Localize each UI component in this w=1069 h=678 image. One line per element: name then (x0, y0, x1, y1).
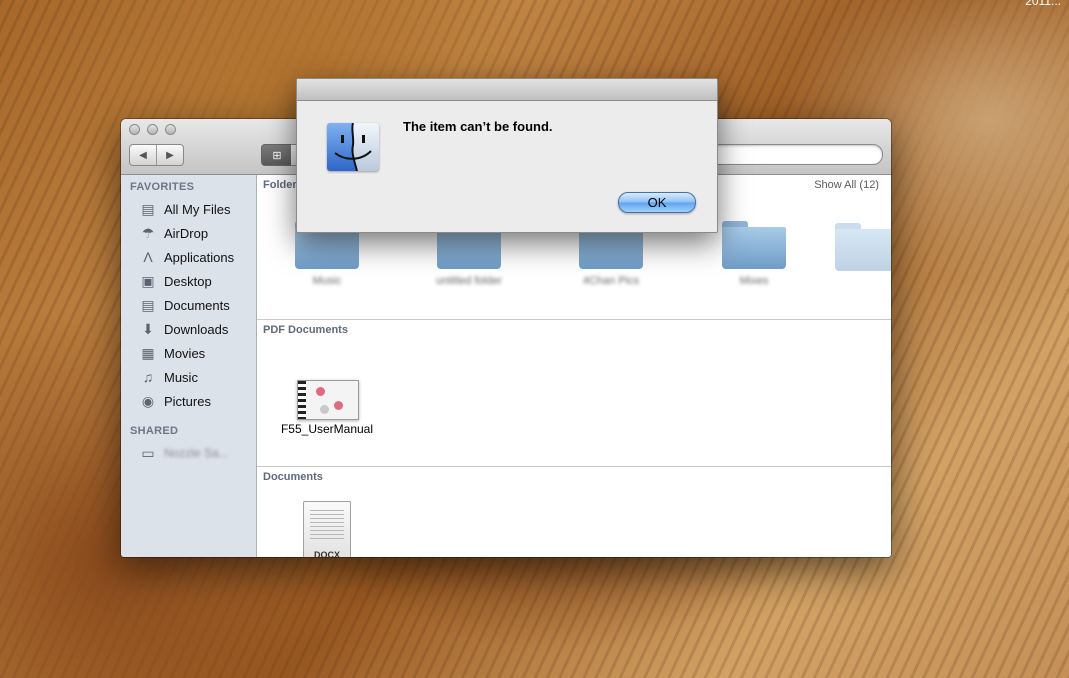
sidebar-item-music[interactable]: ♫ Music (121, 365, 256, 389)
sidebar-item-all-my-files[interactable]: ▤ All My Files (121, 197, 256, 221)
sidebar-item-label: Applications (164, 249, 235, 265)
sidebar-item-airdrop[interactable]: ☂ AirDrop (121, 221, 256, 245)
back-arrow-icon: ◀ (139, 149, 147, 161)
movies-icon: ▦ (141, 344, 155, 361)
docx-file-icon[interactable]: DOCX (303, 501, 351, 557)
sidebar-item-label: Pictures (164, 393, 211, 409)
airdrop-icon: ☂ (141, 224, 155, 241)
documents-icon: ▤ (141, 296, 155, 313)
sidebar-item-label: Downloads (164, 321, 229, 337)
desktop-icon: ▣ (141, 272, 155, 289)
folder-label: Music (312, 275, 342, 287)
music-icon: ♫ (142, 369, 154, 385)
sidebar-item-label: Movies (164, 345, 206, 361)
folder-icon[interactable] (722, 221, 786, 269)
forward-arrow-icon: ▶ (166, 149, 174, 161)
sidebar-item-label: Documents (164, 297, 230, 313)
ok-button[interactable]: OK (618, 192, 696, 213)
pictures-icon: ◉ (141, 392, 155, 409)
sidebar-item-label: Nozzle Sa... (164, 446, 229, 460)
menubar-clock: 2011... (1025, 0, 1061, 8)
folder-stack-icon[interactable] (835, 223, 891, 271)
sidebar-item-documents[interactable]: ▤ Documents (121, 293, 256, 317)
back-button[interactable]: ◀ (130, 145, 157, 165)
downloads-icon: ⬇ (142, 320, 154, 337)
alert-dialog: The item can’t be found. OK (296, 78, 718, 233)
minimize-window-button[interactable] (147, 124, 158, 135)
sidebar-item-label: All My Files (164, 201, 231, 217)
sidebar-item-pictures[interactable]: ◉ Pictures (121, 389, 256, 413)
alert-message: The item can’t be found. (403, 119, 553, 134)
sidebar-item-label: Desktop (164, 273, 212, 289)
zoom-window-button[interactable] (165, 124, 176, 135)
sidebar-item-downloads[interactable]: ⬇ Downloads (121, 317, 256, 341)
grid-icon: ⊞ (272, 149, 282, 162)
file-type-label: DOCX (313, 550, 340, 557)
sidebar-item-movies[interactable]: ▦ Movies (121, 341, 256, 365)
sidebar-item-label: Music (164, 369, 198, 385)
sidebar-item-applications[interactable]: Λ Applications (121, 245, 256, 269)
icon-view-button[interactable]: ⊞ (261, 144, 293, 166)
pdf-section-title: PDF Documents (263, 324, 348, 336)
documents-section-title: Documents (263, 471, 323, 483)
window-controls (129, 124, 176, 135)
pdf-file-label[interactable]: F55_UserManual (267, 422, 387, 436)
documents-section: Documents DOCX (257, 467, 891, 557)
folder-label: untitled folder (435, 275, 503, 287)
sidebar-item-shared-computer[interactable]: ▭ Nozzle Sa... (121, 441, 256, 465)
show-all-link[interactable]: Show All (12) (814, 179, 879, 191)
laptop-icon: ▭ (141, 444, 155, 461)
all-files-icon: ▤ (141, 200, 155, 217)
close-window-button[interactable] (129, 124, 140, 135)
alert-titlebar (297, 79, 717, 101)
folder-label: Mixes (739, 275, 769, 287)
finder-face-icon (327, 123, 379, 171)
sidebar-item-desktop[interactable]: ▣ Desktop (121, 269, 256, 293)
folder-label: 4Chan Pics (582, 275, 640, 287)
pdf-section: PDF Documents F55_UserManual (257, 320, 891, 467)
shared-header: SHARED (130, 425, 179, 437)
back-forward-control: ◀ ▶ (129, 144, 184, 166)
favorites-header: FAVORITES (130, 181, 195, 193)
forward-button[interactable]: ▶ (157, 145, 183, 165)
pdf-thumbnail-icon[interactable] (297, 380, 359, 420)
applications-icon: Λ (143, 249, 153, 265)
finder-sidebar: FAVORITES ▤ All My Files ☂ AirDrop Λ App… (121, 175, 257, 557)
sidebar-item-label: AirDrop (164, 225, 209, 241)
